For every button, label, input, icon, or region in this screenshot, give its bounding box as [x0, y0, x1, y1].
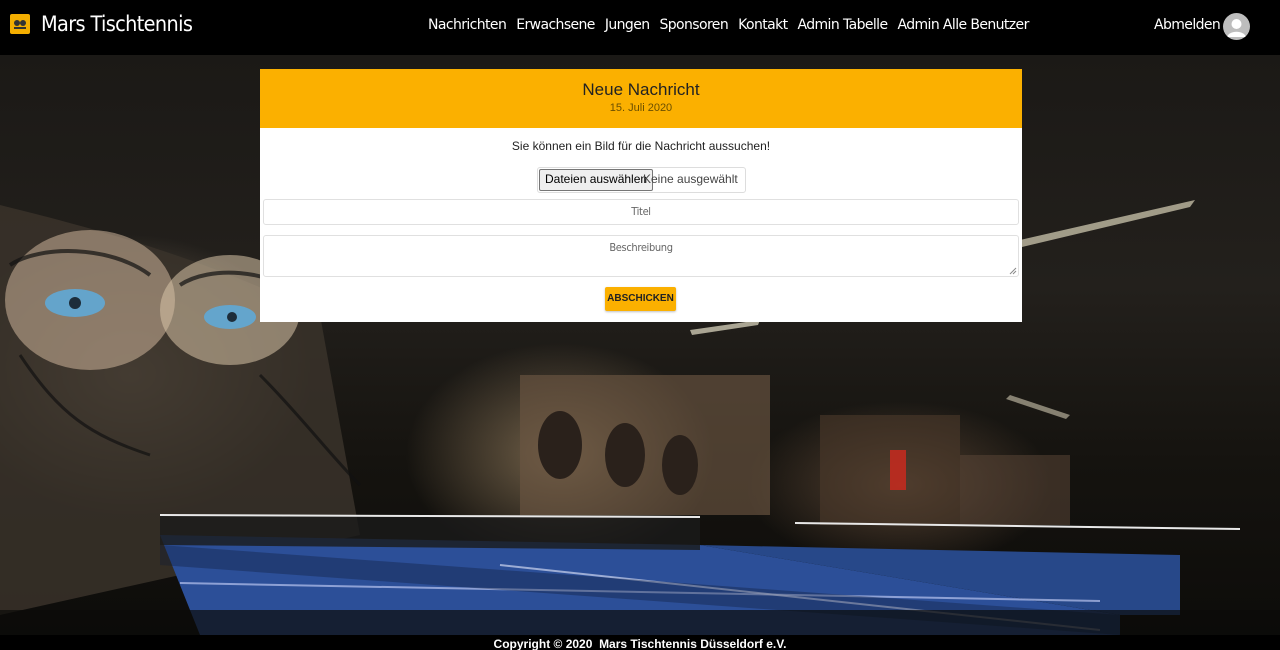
main-nav: Nachrichten Erwachsene Jungen Sponsoren … [428, 17, 1029, 33]
nav-item-admin-alle-benutzer[interactable]: Admin Alle Benutzer [897, 17, 1029, 33]
brand-title[interactable]: Mars Tischtennis [41, 12, 193, 36]
club-logo-icon[interactable] [10, 14, 30, 34]
description-placeholder: Beschreibung [609, 241, 673, 254]
footer-copyright: Copyright © 2020 Mars Tischtennis Düssel… [493, 637, 787, 650]
card-title: Neue Nachricht [582, 80, 700, 99]
file-status-text: Keine ausgewählt [643, 172, 738, 186]
nav-item-admin-tabelle[interactable]: Admin Tabelle [797, 17, 888, 33]
file-input[interactable]: Dateien auswählen Keine ausgewählt [537, 167, 746, 193]
footer: Copyright © 2020 Mars Tischtennis Düssel… [0, 635, 1280, 650]
choose-files-button[interactable]: Dateien auswählen [539, 169, 654, 191]
card-date: 15. Juli 2020 [609, 102, 673, 114]
resize-handle-icon[interactable] [1009, 267, 1017, 275]
new-message-card: Neue Nachricht 15. Juli 2020 Sie können … [260, 69, 1022, 322]
nav-item-sponsoren[interactable]: Sponsoren [659, 17, 728, 33]
nav-item-jungen[interactable]: Jungen [605, 17, 650, 33]
logout-link[interactable]: Abmelden [1154, 17, 1221, 33]
title-input[interactable]: Titel [263, 199, 1019, 225]
top-navbar: Mars Tischtennis Nachrichten Erwachsene … [0, 0, 1280, 55]
nav-item-kontakt[interactable]: Kontakt [738, 17, 788, 33]
title-placeholder: Titel [631, 205, 651, 218]
card-header: Neue Nachricht 15. Juli 2020 [260, 69, 1022, 128]
nav-item-nachrichten[interactable]: Nachrichten [428, 17, 507, 33]
nav-item-erwachsene[interactable]: Erwachsene [516, 17, 595, 33]
submit-button[interactable]: ABSCHICKEN [605, 287, 676, 311]
image-hint-text: Sie können ein Bild für die Nachricht au… [511, 139, 771, 153]
user-avatar-icon[interactable] [1223, 13, 1250, 40]
description-textarea[interactable]: Beschreibung [263, 235, 1019, 277]
